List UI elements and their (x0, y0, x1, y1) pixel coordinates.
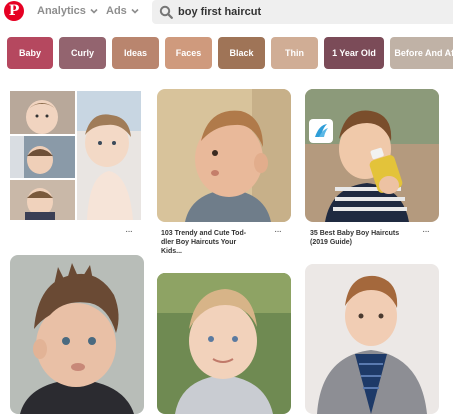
pin-title-line: dler Boy Haircuts Your (161, 239, 237, 246)
pin-collage[interactable] (10, 91, 141, 220)
search-icon (159, 5, 173, 19)
top-bar: P Analytics Ads (0, 0, 453, 28)
chip-black[interactable]: Black (218, 37, 265, 69)
pin-title[interactable]: 103 Trendy and Cute Tod- dler Boy Haircu… (161, 229, 273, 256)
chip-label: Faces (175, 48, 202, 58)
collage-photo (10, 136, 75, 178)
chip-label: Ideas (123, 48, 147, 58)
pin-image[interactable] (305, 89, 439, 222)
brand-logo-icon (315, 124, 328, 137)
chip-curly[interactable]: Curly (59, 37, 106, 69)
search-input[interactable] (178, 2, 438, 22)
toddler-photo (157, 273, 291, 414)
pin-image[interactable] (305, 264, 439, 414)
guide-chips: Baby Curly Ideas Faces Black Thin 1 Year… (7, 37, 453, 69)
toddler-photo (305, 264, 439, 414)
pinterest-logo[interactable]: P (4, 1, 24, 21)
logo-letter: P (8, 3, 20, 19)
chip-1-year-old[interactable]: 1 Year Old (324, 37, 384, 69)
chip-label: Thin (285, 48, 304, 58)
collage-photo (10, 91, 75, 134)
toddler-photo (10, 255, 144, 414)
chip-label: Before And After (394, 48, 453, 58)
chip-label: Black (229, 48, 254, 58)
toddler-photo (157, 89, 291, 222)
search-bar[interactable] (152, 0, 453, 24)
chip-label: Baby (18, 48, 41, 58)
pin-title-line: (2019 Guide) (310, 239, 353, 246)
nav-ads[interactable]: Ads (106, 5, 140, 17)
pin-title-line: Kids... (161, 248, 183, 255)
collage-photo (10, 180, 75, 220)
nav-analytics-label: Analytics (37, 5, 86, 17)
pin-image[interactable] (157, 89, 291, 222)
pin-menu-icon[interactable]: ··· (422, 226, 430, 237)
pin-image[interactable] (10, 255, 144, 414)
nav-ads-label: Ads (106, 5, 127, 17)
nav-analytics[interactable]: Analytics (37, 5, 99, 17)
pin-title-line: 103 Trendy and Cute Tod- (161, 230, 247, 237)
chevron-down-icon (90, 8, 98, 14)
chip-faces[interactable]: Faces (165, 37, 212, 69)
chip-before-and-after[interactable]: Before And After (390, 37, 453, 69)
pin-image[interactable] (157, 273, 291, 414)
chevron-down-icon (131, 8, 139, 14)
pin-menu-icon[interactable]: ··· (125, 226, 133, 237)
chip-label: Curly (70, 48, 94, 58)
toddler-photo (305, 89, 439, 222)
chip-ideas[interactable]: Ideas (112, 37, 159, 69)
collage-photo (77, 91, 141, 220)
pin-title-line: 35 Best Baby Boy Haircuts (310, 230, 400, 237)
pin-title[interactable]: 35 Best Baby Boy Haircuts (2019 Guide) (310, 229, 422, 247)
pin-menu-icon[interactable]: ··· (274, 226, 282, 237)
brand-badge (309, 119, 333, 143)
chip-thin[interactable]: Thin (271, 37, 318, 69)
chip-baby[interactable]: Baby (7, 37, 53, 69)
chip-label: 1 Year Old (332, 48, 376, 58)
